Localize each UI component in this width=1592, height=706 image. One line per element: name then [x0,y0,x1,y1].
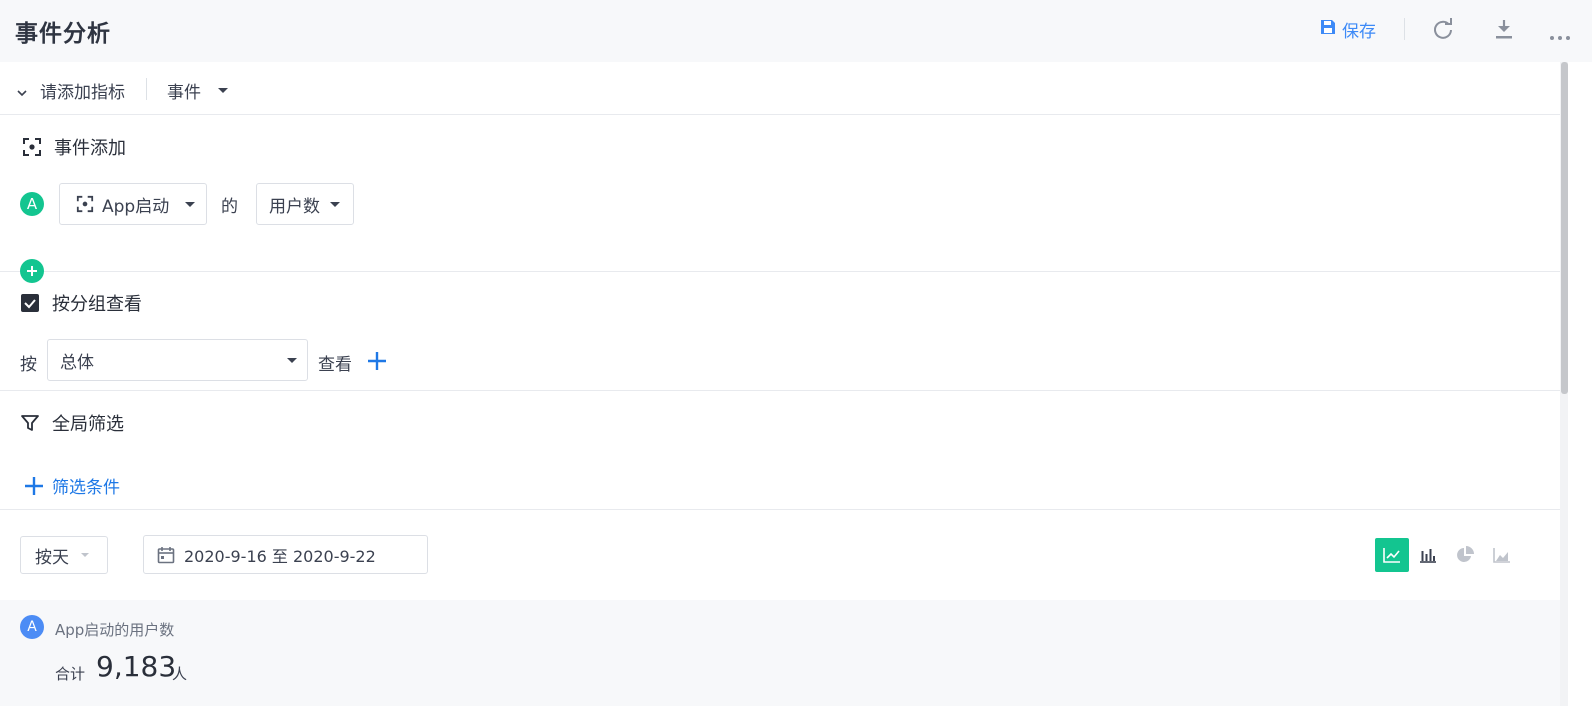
checkbox-icon [20,293,40,313]
date-range-value: 2020-9-16 至 2020-9-22 [184,546,376,566]
save-icon [1320,19,1342,40]
add-filter-label: 筛选条件 [52,478,120,498]
save-label: 保存 [1342,22,1376,42]
measure-select-value: 用户数 [269,196,320,217]
connector-text: 的 [221,197,238,217]
area-chart-button[interactable] [1485,538,1519,572]
page-title: 事件分析 [15,21,111,47]
event-select-icon [76,195,94,213]
add-group-button[interactable] [367,351,387,375]
event-section-head: 事件添加 [22,134,126,160]
event-section-title: 事件添加 [54,138,126,159]
result-metric-name: App启动的用户数 [55,621,175,639]
event-badge: A [20,192,44,216]
line-chart-icon [1383,548,1400,563]
section-divider [0,390,1560,391]
group-prefix: 按 [20,355,37,375]
section-divider [0,509,1560,510]
filter-icon [20,413,40,433]
filter-section-title: 全局筛选 [52,414,124,435]
add-metric-label[interactable]: 请添加指标 [40,78,125,103]
granularity-select[interactable]: 按天 [20,536,108,574]
scrollbar-thumb[interactable] [1561,62,1568,394]
granularity-value: 按天 [35,547,69,568]
caret-down-icon [185,201,196,207]
total-label: 合计 [55,665,86,683]
event-icon [22,137,42,157]
area-chart-icon [1493,548,1510,563]
download-icon[interactable] [1494,18,1514,44]
calendar-icon [157,546,175,564]
date-range-picker[interactable]: 2020-9-16 至 2020-9-22 [143,535,428,574]
total-unit: 人 [172,665,188,683]
more-icon[interactable] [1549,26,1571,45]
pie-chart-icon [1457,546,1474,562]
add-filter-button[interactable]: 筛选条件 [24,473,120,498]
group-suffix: 查看 [318,355,352,375]
caret-down-icon [287,357,297,363]
group-section-title: 按分组查看 [52,294,142,315]
refresh-icon[interactable] [1432,18,1454,44]
section-divider [0,271,1560,272]
caret-down-icon [81,553,89,557]
caret-down-icon [330,201,340,207]
metric-bar-divider [146,78,147,100]
bar-chart-button[interactable] [1411,538,1445,572]
plus-icon [27,266,37,276]
group-select-value: 总体 [60,352,94,373]
event-type-select[interactable]: 事件 [167,78,201,103]
save-button[interactable]: 保存 [1320,17,1376,42]
result-badge: A [20,615,44,639]
event-select-value: App启动 [102,196,170,217]
chevron-down-icon[interactable] [16,84,28,103]
caret-down-icon [218,88,228,93]
line-chart-button[interactable] [1375,538,1409,572]
metric-bar [0,62,1560,115]
plus-icon [368,352,386,370]
group-section-head: 按分组查看 [20,290,142,316]
result-panel [0,600,1560,706]
header-divider [1404,18,1405,40]
plus-icon [25,476,43,495]
event-select[interactable]: App启动 [59,183,207,225]
add-event-button[interactable] [20,259,44,283]
pie-chart-button[interactable] [1448,538,1482,572]
filter-section-head: 全局筛选 [20,410,124,436]
measure-select[interactable]: 用户数 [256,183,354,225]
bar-chart-icon [1420,549,1436,563]
total-value: 9,183 [96,650,177,683]
group-select[interactable]: 总体 [47,339,308,381]
